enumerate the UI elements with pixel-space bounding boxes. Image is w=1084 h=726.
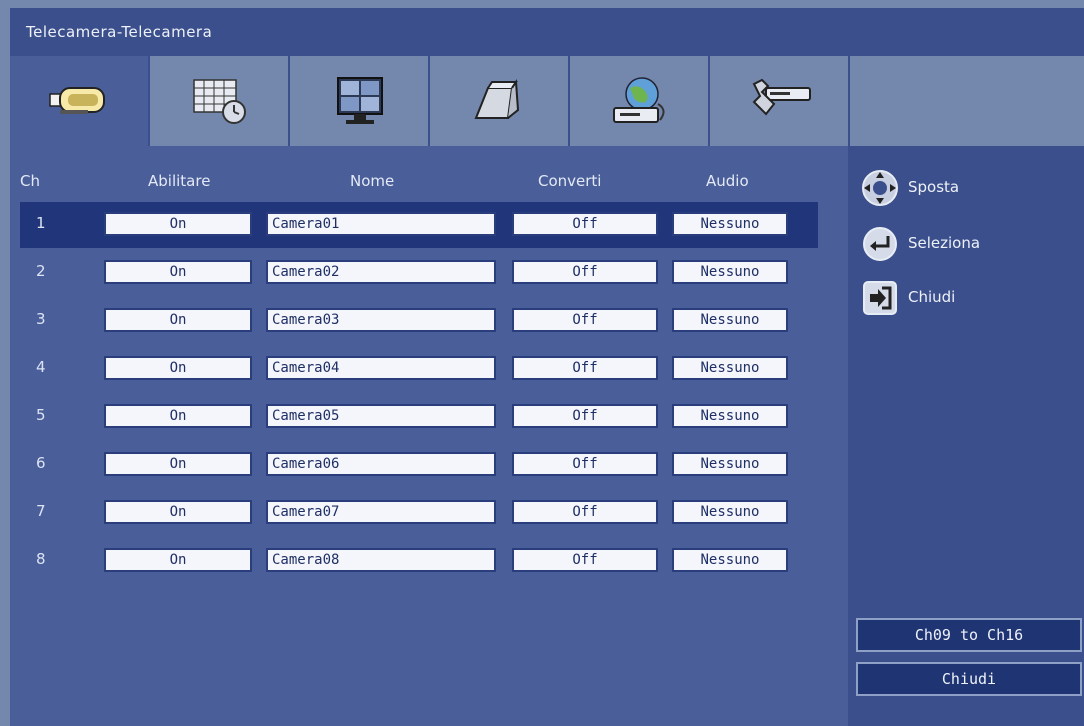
tools-icon [752,78,811,116]
convert-field[interactable]: Off [512,356,658,380]
header-name: Nome [350,172,395,190]
table-row[interactable]: 5 On Camera05 Off Nessuno [20,394,818,440]
header-enable: Abilitare [148,172,211,190]
dvr-menu-window: Telecamera-Telecamera Ch Abilitare Nome … [0,0,1084,726]
tabs-filler [850,56,1084,146]
camera-name-field[interactable]: Camera08 [266,548,496,572]
archive-icon [474,79,520,119]
table-row[interactable]: 8 On Camera08 Off Nessuno [20,538,818,584]
network-icon [613,77,665,123]
exit-icon [863,281,897,315]
channel-number: 1 [36,214,46,232]
camera-settings-panel: Ch Abilitare Nome Converti Audio 1 On Ca… [10,146,848,726]
convert-field[interactable]: Off [512,404,658,428]
convert-field[interactable]: Off [512,212,658,236]
help-sidebar: Sposta Seleziona Chiudi Ch09 to Ch16 Chi… [848,146,1084,726]
enable-field[interactable]: On [104,212,252,236]
audio-field[interactable]: Nessuno [672,452,788,476]
header-ch: Ch [20,172,40,190]
close-button[interactable]: Chiudi [856,662,1082,696]
audio-field[interactable]: Nessuno [672,260,788,284]
tab-display[interactable] [290,56,430,146]
convert-field[interactable]: Off [512,452,658,476]
channel-number: 6 [36,454,46,472]
convert-field[interactable]: Off [512,308,658,332]
tab-schedule[interactable] [150,56,290,146]
audio-field[interactable]: Nessuno [672,356,788,380]
enable-field[interactable]: On [104,452,252,476]
enter-icon [863,227,897,261]
table-row[interactable]: 2 On Camera02 Off Nessuno [20,250,818,296]
enable-field[interactable]: On [104,548,252,572]
table-row[interactable]: 3 On Camera03 Off Nessuno [20,298,818,344]
audio-field[interactable]: Nessuno [672,548,788,572]
table-row[interactable]: 1 On Camera01 Off Nessuno [20,202,818,248]
channel-number: 3 [36,310,46,328]
convert-field[interactable]: Off [512,500,658,524]
window-title: Telecamera-Telecamera [10,8,1084,56]
legend-close-label: Chiudi [908,288,956,306]
audio-field[interactable]: Nessuno [672,404,788,428]
tab-network[interactable] [570,56,710,146]
next-channels-button[interactable]: Ch09 to Ch16 [856,618,1082,652]
camera-name-field[interactable]: Camera04 [266,356,496,380]
channel-number: 5 [36,406,46,424]
legend-select-label: Seleziona [908,234,981,252]
audio-field[interactable]: Nessuno [672,308,788,332]
header-convert: Converti [538,172,602,190]
enable-field[interactable]: On [104,260,252,284]
tab-tools[interactable] [710,56,850,146]
dpad-icon [862,170,898,206]
channel-number: 7 [36,502,46,520]
tab-archive[interactable] [430,56,570,146]
camera-name-field[interactable]: Camera06 [266,452,496,476]
tab-camera[interactable] [10,56,150,146]
channel-number: 8 [36,550,46,568]
camera-name-field[interactable]: Camera07 [266,500,496,524]
audio-field[interactable]: Nessuno [672,212,788,236]
schedule-icon [193,79,246,124]
camera-name-field[interactable]: Camera05 [266,404,496,428]
table-row[interactable]: 6 On Camera06 Off Nessuno [20,442,818,488]
enable-field[interactable]: On [104,356,252,380]
display-icon [337,77,383,124]
enable-field[interactable]: On [104,500,252,524]
convert-field[interactable]: Off [512,260,658,284]
audio-field[interactable]: Nessuno [672,500,788,524]
camera-name-field[interactable]: Camera01 [266,212,496,236]
enable-field[interactable]: On [104,404,252,428]
header-audio: Audio [706,172,749,190]
category-tabs [10,56,1084,146]
camera-name-field[interactable]: Camera02 [266,260,496,284]
camera-icon [49,87,105,114]
channel-number: 2 [36,262,46,280]
camera-name-field[interactable]: Camera03 [266,308,496,332]
legend-move-label: Sposta [908,178,960,196]
channel-number: 4 [36,358,46,376]
convert-field[interactable]: Off [512,548,658,572]
table-row[interactable]: 4 On Camera04 Off Nessuno [20,346,818,392]
enable-field[interactable]: On [104,308,252,332]
table-row[interactable]: 7 On Camera07 Off Nessuno [20,490,818,536]
